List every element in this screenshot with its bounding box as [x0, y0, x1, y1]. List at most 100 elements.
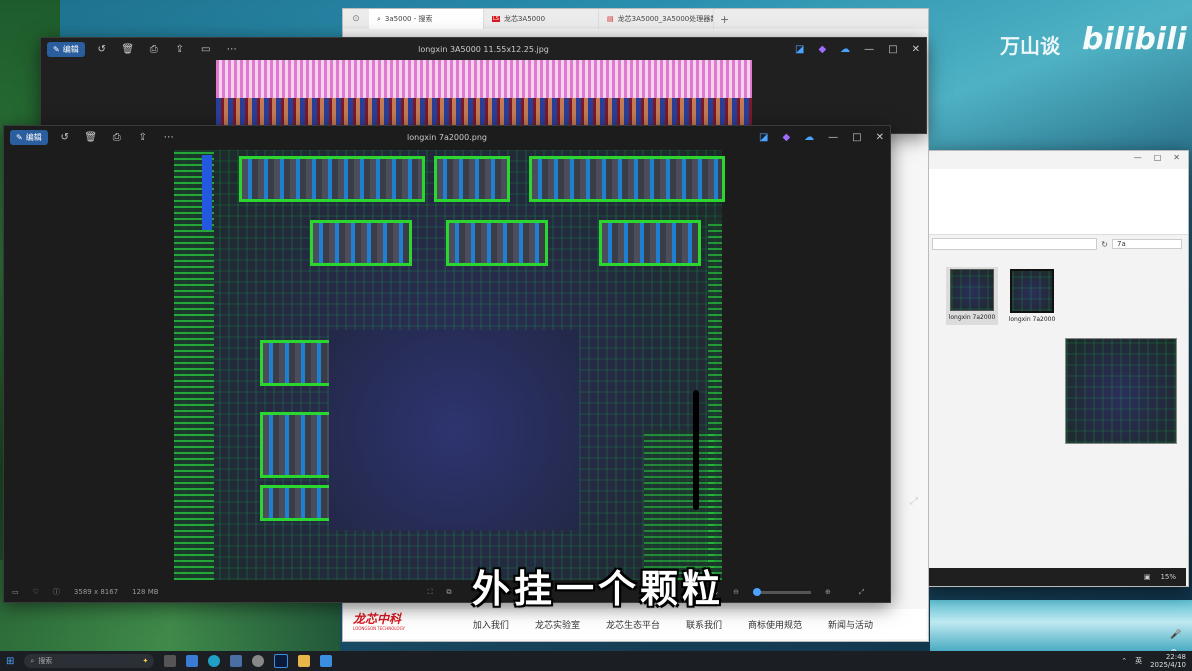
photos-icon[interactable] [320, 655, 333, 667]
info-icon[interactable]: ⓘ [53, 587, 60, 597]
clock[interactable]: 22:48 2025/4/10 [1150, 653, 1186, 669]
zoom-slider[interactable] [753, 587, 812, 596]
zoom-out-icon[interactable]: ⊖ [733, 588, 739, 596]
close-icon[interactable]: ✕ [876, 132, 884, 143]
settings-icon[interactable] [252, 655, 265, 667]
edit-button[interactable]: ✎ 编辑 [10, 129, 48, 145]
delete-icon[interactable]: 🗑 [119, 42, 137, 56]
explorer-address-row: ↻ 7a [926, 235, 1188, 253]
maximize-icon[interactable]: □ [1154, 153, 1162, 167]
more-icon[interactable]: ⋯ [160, 130, 178, 144]
explorer-ribbon [926, 169, 1188, 235]
loongson-logo[interactable]: 龙芯中科 LOONGSON TECHNOLOGY [353, 613, 405, 633]
die-io-block [434, 156, 510, 202]
edit-button-label: 编辑 [25, 132, 42, 142]
die-image-7a2000 [174, 150, 725, 580]
browser-tab[interactable]: ⌕ 3a5000 - 搜索 [369, 9, 484, 29]
edit-button[interactable]: ✎ 编辑 [47, 41, 85, 57]
browser-menu-icon[interactable]: ⊙ [343, 14, 369, 24]
nav-link-contact[interactable]: 联系我们 [686, 618, 722, 631]
print-icon[interactable]: ⎙ [145, 42, 163, 56]
photo-viewer-titlebar: ✎ 编辑 ↺ 🗑 ⎙ ⇪ ⋯ longxin 7a2000.png ◪ ◆ ☁ —… [4, 126, 890, 148]
fit-window-icon[interactable]: ⧉ [446, 588, 451, 597]
share-icon[interactable]: ⇪ [171, 42, 189, 56]
share-icon[interactable]: ⇪ [134, 130, 152, 144]
cloud-icon[interactable]: ☁ [840, 44, 850, 55]
nav-link-trademark[interactable]: 商标使用规范 [748, 618, 802, 631]
nav-link-ecosystem[interactable]: 龙芯生态平台 [606, 618, 660, 631]
task-view-icon[interactable] [164, 655, 177, 667]
photoshop-icon[interactable] [274, 654, 289, 668]
browser-tab-label: 龙芯3A5000_3A5000处理器数据... [617, 15, 713, 23]
taskbar: ⊞ ⌕ 搜索 ✦ ⌃ 英 22:48 2025/4/10 [0, 651, 1192, 671]
expand-icon[interactable]: ⤢ [910, 496, 918, 507]
loongson-favicon: LS [492, 16, 500, 22]
die-logic-block [260, 340, 336, 386]
minimize-icon[interactable]: — [828, 132, 838, 143]
ai-edit-icon[interactable]: ◪ [795, 44, 804, 55]
file-item[interactable]: longxin 7a2000 [946, 267, 998, 325]
image-dimensions: 3589 x 8167 [73, 588, 119, 596]
close-icon[interactable]: ✕ [1173, 153, 1180, 167]
file-name: longxin 7a2000 [1008, 316, 1056, 323]
folder-icon[interactable] [298, 655, 311, 667]
fit-icon[interactable]: ▣ [1144, 573, 1151, 581]
minimize-icon[interactable]: — [1134, 153, 1142, 167]
zoom-in-icon[interactable]: ⊕ [825, 588, 831, 596]
input-language[interactable]: 英 [1135, 656, 1142, 666]
maximize-icon[interactable]: □ [888, 44, 897, 55]
favorite-icon[interactable]: ♡ [33, 588, 39, 596]
pdf-favicon: ▤ [607, 15, 614, 23]
rotate-icon[interactable]: ↺ [56, 130, 74, 144]
slideshow-icon[interactable]: ▭ [197, 42, 215, 56]
filmstrip-icon[interactable]: ▭ [12, 588, 19, 596]
die-io-block [529, 156, 725, 202]
watermark-text: 万山谈 [1000, 34, 1060, 58]
edge-icon[interactable] [208, 655, 221, 667]
close-icon[interactable]: ✕ [912, 44, 920, 55]
nav-link-join[interactable]: 加入我们 [473, 618, 509, 631]
more-icon[interactable]: ⋯ [223, 42, 241, 56]
browser-tab-label: 龙芯3A5000 [503, 15, 546, 23]
logo-subtext: LOONGSON TECHNOLOGY [353, 626, 405, 631]
die-core-region [329, 330, 579, 530]
actual-size-icon[interactable]: ⛶ [428, 588, 433, 597]
taskbar-search[interactable]: ⌕ 搜索 ✦ [24, 654, 155, 668]
photo-viewer-bottombar: ▭ ♡ ⓘ 3589 x 8167 128 MB ⛶ ⧉ 14% ⌄ ⊖ ⊕ ⤢ [4, 582, 890, 602]
file-explorer-window: — □ ✕ ↻ 7a longxin 7a2000 longxin 7a2000… [925, 150, 1189, 587]
chevron-up-icon[interactable]: ⌃ [1121, 657, 1127, 665]
copilot-icon[interactable]: ◆ [782, 132, 790, 143]
explorer-taskbar-icon[interactable] [186, 655, 199, 667]
explorer-search-input[interactable]: 7a [1112, 239, 1182, 249]
start-icon[interactable]: ⊞ [6, 656, 14, 667]
refresh-icon[interactable]: ↻ [1101, 240, 1108, 249]
browser-tab[interactable]: LS 龙芯3A5000 [484, 9, 599, 29]
cloud-icon[interactable]: ☁ [804, 132, 814, 143]
desktop-sea-foam [930, 600, 1192, 655]
explorer-window-controls: — □ ✕ [926, 151, 1188, 169]
delete-icon[interactable]: 🗑 [82, 130, 100, 144]
ai-edit-icon[interactable]: ◪ [759, 132, 768, 143]
bilibili-logo: bilibili [1082, 22, 1187, 57]
address-bar[interactable] [932, 238, 1098, 250]
rotate-icon[interactable]: ↺ [93, 42, 111, 56]
microphone-icon[interactable]: 🎤 [1170, 630, 1181, 640]
photo-viewer-titlebar: ✎ 编辑 ↺ 🗑 ⎙ ⇪ ▭ ⋯ longxin 3A5000 11.55x12.… [41, 38, 926, 60]
zoom-slider-thumb[interactable] [753, 587, 762, 596]
nav-link-news[interactable]: 新闻与活动 [828, 618, 873, 631]
file-item[interactable]: longxin 7a2000 [1006, 267, 1058, 325]
store-icon[interactable] [230, 655, 243, 667]
fullscreen-icon[interactable]: ⤢ [859, 588, 865, 597]
print-icon[interactable]: ⎙ [108, 130, 126, 144]
die-logic-block [260, 485, 336, 521]
taskbar-search-placeholder: 搜索 [38, 657, 53, 665]
minimize-icon[interactable]: — [864, 44, 874, 55]
copilot-sparkle-icon: ✦ [142, 657, 149, 665]
copilot-icon[interactable]: ◆ [818, 44, 826, 55]
browser-tab[interactable]: ▤龙芯3A5000_3A5000处理器数据... [599, 9, 714, 29]
nav-link-lab[interactable]: 龙芯实验室 [535, 618, 580, 631]
maximize-icon[interactable]: □ [852, 132, 861, 143]
clock-date: 2025/4/10 [1150, 661, 1186, 669]
clock-time: 22:48 [1165, 653, 1186, 661]
new-tab-icon[interactable]: + [720, 13, 729, 26]
